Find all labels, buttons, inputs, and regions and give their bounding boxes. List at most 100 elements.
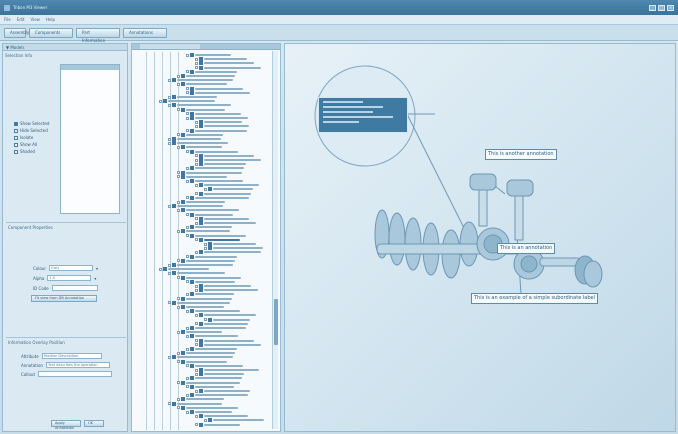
expand-icon[interactable] <box>168 95 171 99</box>
expand-icon[interactable] <box>177 259 180 263</box>
expand-icon[interactable] <box>177 208 180 212</box>
expand-icon[interactable] <box>186 166 189 170</box>
annotation-input[interactable]: Text describes the operation <box>45 362 110 368</box>
expand-icon[interactable] <box>186 280 189 284</box>
expand-icon[interactable] <box>177 108 180 112</box>
expand-icon[interactable] <box>195 368 198 372</box>
expand-icon[interactable] <box>168 263 171 267</box>
expand-icon[interactable] <box>177 305 180 309</box>
colour-select[interactable]: Grey <box>48 265 93 271</box>
expand-icon[interactable] <box>168 103 171 107</box>
menu-help[interactable]: Help <box>46 17 55 22</box>
expand-icon[interactable] <box>195 158 198 162</box>
expand-icon[interactable] <box>159 267 162 271</box>
expand-icon[interactable] <box>186 364 189 368</box>
expand-icon[interactable] <box>177 360 180 364</box>
minimize-button[interactable]: _ <box>649 4 656 11</box>
expand-icon[interactable] <box>195 124 198 128</box>
expand-icon[interactable] <box>177 229 180 233</box>
expand-icon[interactable] <box>186 410 189 414</box>
radio-show-all[interactable]: Show All <box>14 141 49 148</box>
expand-icon[interactable] <box>186 385 189 389</box>
expand-icon[interactable] <box>195 183 198 187</box>
tab-components[interactable]: Components <box>29 27 73 38</box>
attribute-input[interactable]: Position Description <box>41 353 102 359</box>
expand-icon[interactable] <box>195 250 198 254</box>
expand-icon[interactable] <box>177 406 180 410</box>
expand-icon[interactable] <box>195 343 198 347</box>
expand-icon[interactable] <box>177 171 180 175</box>
close-button[interactable]: × <box>667 4 674 11</box>
expand-icon[interactable] <box>195 221 198 225</box>
ok-button[interactable]: OK <box>84 420 104 427</box>
expand-icon[interactable] <box>195 423 198 427</box>
expand-icon[interactable] <box>186 116 189 120</box>
fit-view-button[interactable]: Fit view from DB Annotation <box>31 295 97 302</box>
3d-viewport[interactable]: This is another annotation This is an an… <box>284 43 676 432</box>
expand-icon[interactable] <box>186 213 189 217</box>
expand-icon[interactable] <box>159 99 162 103</box>
apply-annotation-button[interactable]: Apply Annotation <box>51 420 81 430</box>
expand-icon[interactable] <box>177 397 180 401</box>
annotation-label-3[interactable]: This is an example of a simple subordina… <box>471 293 598 304</box>
expand-icon[interactable] <box>186 70 189 74</box>
expand-icon[interactable] <box>195 372 198 376</box>
models-listbox[interactable] <box>60 64 120 214</box>
expand-icon[interactable] <box>177 297 180 301</box>
expand-icon[interactable] <box>177 175 180 179</box>
annotation-label-1[interactable]: This is another annotation <box>485 149 557 160</box>
expand-icon[interactable] <box>177 82 180 86</box>
expand-icon[interactable] <box>177 74 180 78</box>
menu-edit[interactable]: Edit <box>17 17 25 22</box>
expand-icon[interactable] <box>168 271 171 275</box>
expand-icon[interactable] <box>186 234 189 238</box>
radio-shaded[interactable]: Shaded <box>14 148 49 155</box>
radio-show-selected[interactable]: Show Selected <box>14 120 49 127</box>
expand-icon[interactable] <box>186 376 189 380</box>
tab-part-information[interactable]: Part Information <box>76 27 120 43</box>
chevron-down-icon[interactable]: ▾ <box>94 276 96 281</box>
assembly-tree[interactable] <box>131 43 281 432</box>
expand-icon[interactable] <box>195 154 198 158</box>
expand-icon[interactable] <box>195 66 198 70</box>
expand-icon[interactable] <box>195 339 198 343</box>
id-code-input[interactable] <box>51 285 98 291</box>
expand-icon[interactable] <box>195 162 198 166</box>
expand-icon[interactable] <box>168 137 171 141</box>
expand-icon[interactable] <box>168 141 171 145</box>
expand-icon[interactable] <box>186 255 189 259</box>
expand-icon[interactable] <box>195 389 198 393</box>
annotation-label-2[interactable]: This is an annotation <box>497 243 556 254</box>
expand-icon[interactable] <box>204 187 207 191</box>
alpha-input[interactable]: 1.0 <box>47 275 92 281</box>
scroll-thumb[interactable] <box>274 299 278 345</box>
expand-icon[interactable] <box>177 330 180 334</box>
expand-icon[interactable] <box>186 179 189 183</box>
expand-icon[interactable] <box>177 381 180 385</box>
expand-icon[interactable] <box>204 246 207 250</box>
expand-icon[interactable] <box>168 78 171 82</box>
expand-icon[interactable] <box>186 309 189 313</box>
models-header[interactable]: ▼ Models <box>3 44 127 51</box>
radio-isolate[interactable]: Isolate <box>14 134 49 141</box>
expand-icon[interactable] <box>186 196 189 200</box>
expand-icon[interactable] <box>168 301 171 305</box>
expand-icon[interactable] <box>195 192 198 196</box>
tab-assembly[interactable]: Assembly <box>4 27 29 38</box>
expand-icon[interactable] <box>177 200 180 204</box>
expand-icon[interactable] <box>195 57 198 61</box>
expand-icon[interactable] <box>168 402 171 406</box>
maximize-button[interactable]: □ <box>658 4 665 11</box>
tab-annotations[interactable]: Annotations <box>123 27 167 38</box>
expand-icon[interactable] <box>204 418 207 422</box>
expand-icon[interactable] <box>177 145 180 149</box>
menu-file[interactable]: File <box>4 17 11 22</box>
expand-icon[interactable] <box>195 217 198 221</box>
expand-icon[interactable] <box>186 150 189 154</box>
expand-icon[interactable] <box>195 61 198 65</box>
expand-icon[interactable] <box>177 351 180 355</box>
expand-icon[interactable] <box>195 414 198 418</box>
expand-icon[interactable] <box>177 133 180 137</box>
expand-icon[interactable] <box>186 53 189 57</box>
expand-icon[interactable] <box>186 91 189 95</box>
